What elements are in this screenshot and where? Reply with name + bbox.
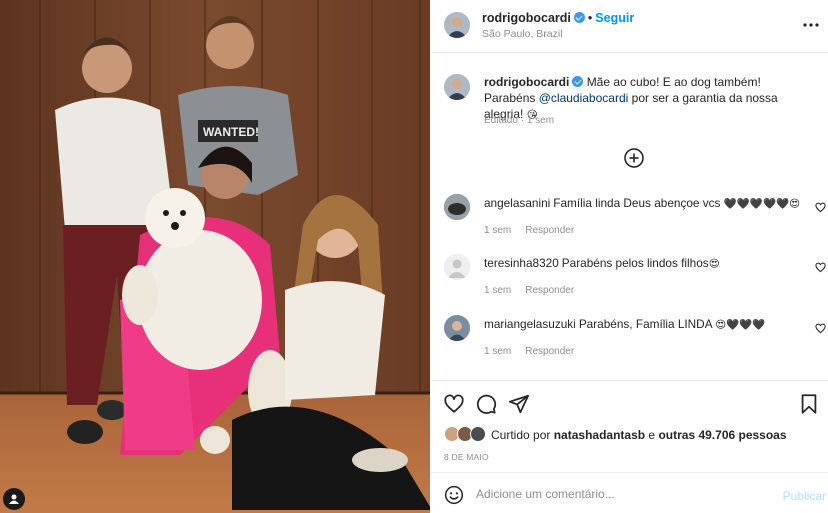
likes-others[interactable]: outras 49.706 pessoas xyxy=(658,428,786,442)
liker-avatars[interactable] xyxy=(444,426,488,444)
edited-label: Editado xyxy=(484,115,518,126)
caption-verified-icon xyxy=(572,76,584,87)
comment-meta: 1 sem Responder xyxy=(484,285,588,296)
comment-item: angelasanini Família linda Deus abençoe v… xyxy=(430,194,828,254)
tagged-users-icon[interactable] xyxy=(3,488,25,510)
comment-time[interactable]: 1 sem xyxy=(484,346,511,357)
svg-text:WANTED!: WANTED! xyxy=(203,125,259,139)
comment-like-icon[interactable] xyxy=(815,323,826,334)
caption-username[interactable]: rodrigobocardi xyxy=(484,75,569,89)
comment-input[interactable] xyxy=(476,483,776,505)
comment-time[interactable]: 1 sem xyxy=(484,285,511,296)
liker-avatar xyxy=(470,426,486,442)
author-username[interactable]: rodrigobocardi xyxy=(482,11,571,25)
comment-like-icon[interactable] xyxy=(815,262,826,273)
liker-username[interactable]: natashadantasb xyxy=(554,428,645,442)
caption-mention[interactable]: @claudiabocardi xyxy=(539,91,629,105)
follow-button[interactable]: Seguir xyxy=(595,11,634,25)
action-bar xyxy=(430,380,828,425)
comment-emoji: 😍 xyxy=(708,258,720,270)
comment-body: Parabéns pelos lindos filhos xyxy=(561,256,709,270)
caption-time[interactable]: 1 sem xyxy=(527,115,554,126)
post-photo[interactable]: WANTED! xyxy=(0,0,430,513)
author-avatar[interactable] xyxy=(444,12,470,38)
likes-prefix: Curtido por xyxy=(491,428,551,442)
comment-avatar[interactable] xyxy=(444,254,470,280)
comment-item: mariangelasuzuki Parabéns, Família LINDA … xyxy=(430,315,828,375)
reply-button[interactable]: Responder xyxy=(525,346,574,357)
post-date[interactable]: 8 DE MAIO xyxy=(444,452,489,462)
comment-bubble-icon[interactable] xyxy=(475,393,497,415)
save-bookmark-icon[interactable] xyxy=(798,393,820,415)
comment-emoji: 🖤🖤🖤🖤🖤😍 xyxy=(723,198,801,210)
author-line: rodrigobocardi • Seguir xyxy=(482,11,634,25)
comment-meta: 1 sem Responder xyxy=(484,346,588,357)
reply-button[interactable]: Responder xyxy=(525,285,574,296)
comment-username[interactable]: angelasanini xyxy=(484,196,550,210)
comment-text: teresinha8320 Parabéns pelos lindos filho… xyxy=(484,256,804,270)
comment-avatar[interactable] xyxy=(444,194,470,220)
post-location[interactable]: São Paulo, Brazil xyxy=(482,28,563,40)
comment-body: Família linda Deus abençoe vcs xyxy=(553,196,721,210)
comment-avatar[interactable] xyxy=(444,315,470,341)
comment-username[interactable]: mariangelasuzuki xyxy=(484,317,576,331)
meta-dot: · xyxy=(520,115,525,126)
comment-text: mariangelasuzuki Parabéns, Família LINDA … xyxy=(484,317,804,331)
likes-text: Curtido por natashadantasb e outras 49.7… xyxy=(491,428,787,442)
likes-middle: e xyxy=(648,428,656,442)
more-options-icon[interactable] xyxy=(802,16,820,34)
comment-emoji: 😍🖤🖤🖤 xyxy=(715,319,766,331)
caption-meta: Editado · 1 sem xyxy=(484,115,554,126)
share-plane-icon[interactable] xyxy=(508,393,530,415)
separator-dot: • xyxy=(587,11,593,25)
comment-item: teresinha8320 Parabéns pelos lindos filho… xyxy=(430,254,828,314)
publish-button[interactable]: Publicar xyxy=(783,489,826,503)
reply-button[interactable]: Responder xyxy=(525,225,574,236)
comment-body: Parabéns, Família LINDA xyxy=(578,317,712,331)
comment-text: angelasanini Família linda Deus abençoe v… xyxy=(484,196,804,210)
comment-meta: 1 sem Responder xyxy=(484,225,588,236)
verified-icon xyxy=(573,12,585,23)
caption-avatar[interactable] xyxy=(444,74,470,100)
like-heart-icon[interactable] xyxy=(443,393,465,415)
post-photo-image: WANTED! xyxy=(0,0,430,513)
comment-username[interactable]: teresinha8320 xyxy=(484,256,559,270)
comment-like-icon[interactable] xyxy=(815,202,826,213)
load-more-comments-icon[interactable] xyxy=(623,147,645,169)
post-side-panel: rodrigobocardi • Seguir São Paulo, Brazil … xyxy=(430,0,828,513)
add-comment-bar: Publicar xyxy=(430,472,828,513)
comment-time[interactable]: 1 sem xyxy=(484,225,511,236)
emoji-smiley-icon[interactable] xyxy=(444,485,464,505)
post-header: rodrigobocardi • Seguir São Paulo, Brazil xyxy=(430,0,828,53)
